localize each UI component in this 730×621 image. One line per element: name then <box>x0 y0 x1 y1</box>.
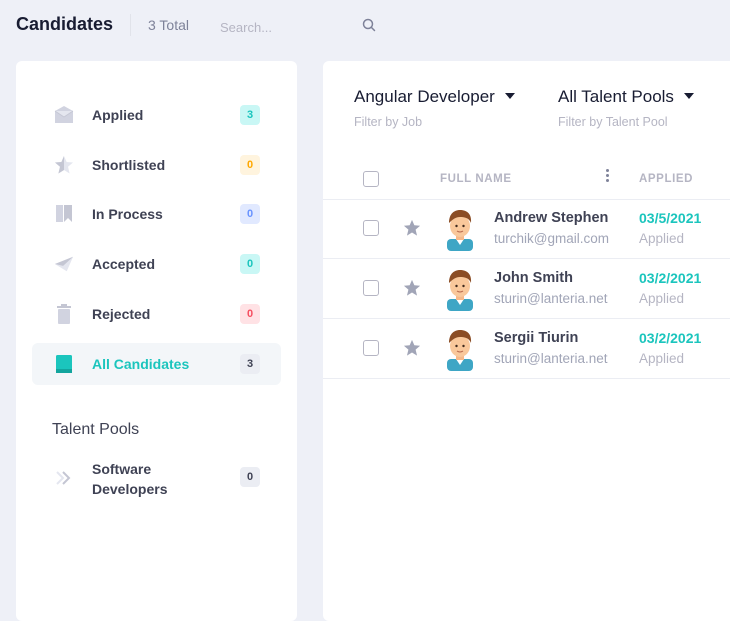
pool-filter-hint: Filter by Talent Pool <box>558 115 668 129</box>
count-badge: 0 <box>240 467 260 487</box>
row-checkbox[interactable] <box>363 220 379 236</box>
sidebar: Applied 3 Shortlisted 0 In Process 0 Acc… <box>16 61 297 621</box>
avatar <box>447 270 473 311</box>
send-icon <box>54 254 74 274</box>
row-checkbox[interactable] <box>363 340 379 356</box>
header-divider <box>130 14 131 36</box>
star-half-icon <box>54 155 74 175</box>
applied-date: 03/2/2021 <box>639 330 702 346</box>
sidebar-item-in-process[interactable]: In Process 0 <box>32 193 281 235</box>
star-icon[interactable] <box>403 339 421 357</box>
candidate-email: sturin@lanteria.net <box>494 291 608 306</box>
candidate-name[interactable]: Sergii Tiurin <box>494 330 578 346</box>
avatar <box>447 330 473 371</box>
pool-label: Software Developers <box>92 461 168 497</box>
search-icon[interactable] <box>362 18 376 32</box>
sidebar-item-label: All Candidates <box>92 356 190 372</box>
column-header-applied[interactable]: APPLIED <box>639 173 693 185</box>
job-filter-value: Angular Developer <box>354 87 495 106</box>
star-icon[interactable] <box>403 219 421 237</box>
star-icon[interactable] <box>403 279 421 297</box>
sidebar-item-label: Applied <box>92 107 144 123</box>
talent-pools-heading: Talent Pools <box>52 421 140 438</box>
folder-icon <box>54 354 74 374</box>
total-count: 3 Total <box>148 17 189 33</box>
sidebar-item-applied[interactable]: Applied 3 <box>32 94 281 136</box>
job-filter-hint: Filter by Job <box>354 115 423 129</box>
sidebar-item-rejected[interactable]: Rejected 0 <box>32 293 281 335</box>
column-header-full-name[interactable]: FULL NAME <box>440 173 512 185</box>
count-badge: 0 <box>240 204 260 224</box>
sidebar-item-accepted[interactable]: Accepted 0 <box>32 243 281 285</box>
page-title: Candidates <box>16 14 114 34</box>
sidebar-item-shortlisted[interactable]: Shortlisted 0 <box>32 144 281 186</box>
column-menu-icon[interactable] <box>605 169 609 185</box>
pool-filter-value: All Talent Pools <box>558 87 674 106</box>
bookmark-icon <box>54 204 74 224</box>
candidate-name[interactable]: John Smith <box>494 270 573 286</box>
chevrons-right-icon <box>54 468 74 488</box>
candidate-status: Applied <box>639 351 685 366</box>
count-badge: 0 <box>240 155 260 175</box>
candidate-status: Applied <box>639 291 685 306</box>
table-row[interactable]: Sergii Tiurin sturin@lanteria.net 03/2/2… <box>323 318 730 379</box>
candidates-panel: Angular Developer Filter by Job All Tale… <box>323 61 730 621</box>
envelope-icon <box>54 105 74 125</box>
count-badge: 3 <box>240 105 260 125</box>
table-row[interactable]: John Smith sturin@lanteria.net 03/2/2021… <box>323 258 730 319</box>
count-badge: 0 <box>240 254 260 274</box>
pool-filter[interactable]: All Talent Pools Filter by Talent Pool <box>558 87 694 129</box>
candidate-name[interactable]: Andrew Stephen <box>494 210 608 226</box>
caret-down-icon <box>504 93 515 99</box>
applied-date: 03/2/2021 <box>639 270 702 286</box>
sidebar-item-label: Rejected <box>92 306 151 322</box>
candidate-email: turchik@gmail.com <box>494 231 609 246</box>
candidate-email: sturin@lanteria.net <box>494 351 608 366</box>
count-badge: 0 <box>240 304 260 324</box>
count-badge: 3 <box>240 354 260 374</box>
caret-down-icon <box>683 93 694 99</box>
select-all-checkbox[interactable] <box>363 171 379 187</box>
topbar: Candidates 3 Total <box>0 0 730 52</box>
row-checkbox[interactable] <box>363 280 379 296</box>
sidebar-item-all-candidates[interactable]: All Candidates 3 <box>32 343 281 385</box>
sidebar-item-software-developers[interactable]: Software Developers 0 <box>32 453 281 503</box>
candidate-status: Applied <box>639 231 685 246</box>
sidebar-item-label: In Process <box>92 206 163 222</box>
sidebar-item-label: Shortlisted <box>92 157 166 173</box>
table-header: FULL NAME APPLIED <box>323 159 730 200</box>
job-filter-dropdown[interactable]: Angular Developer <box>354 87 515 107</box>
pool-filter-dropdown[interactable]: All Talent Pools <box>558 87 694 107</box>
trash-icon <box>54 304 74 324</box>
avatar <box>447 210 473 251</box>
sidebar-item-label: Accepted <box>92 256 156 272</box>
applied-date: 03/5/2021 <box>639 210 702 226</box>
table-row[interactable]: Andrew Stephen turchik@gmail.com 03/5/20… <box>323 198 730 259</box>
job-filter[interactable]: Angular Developer Filter by Job <box>354 87 515 129</box>
search-input[interactable] <box>218 14 372 40</box>
